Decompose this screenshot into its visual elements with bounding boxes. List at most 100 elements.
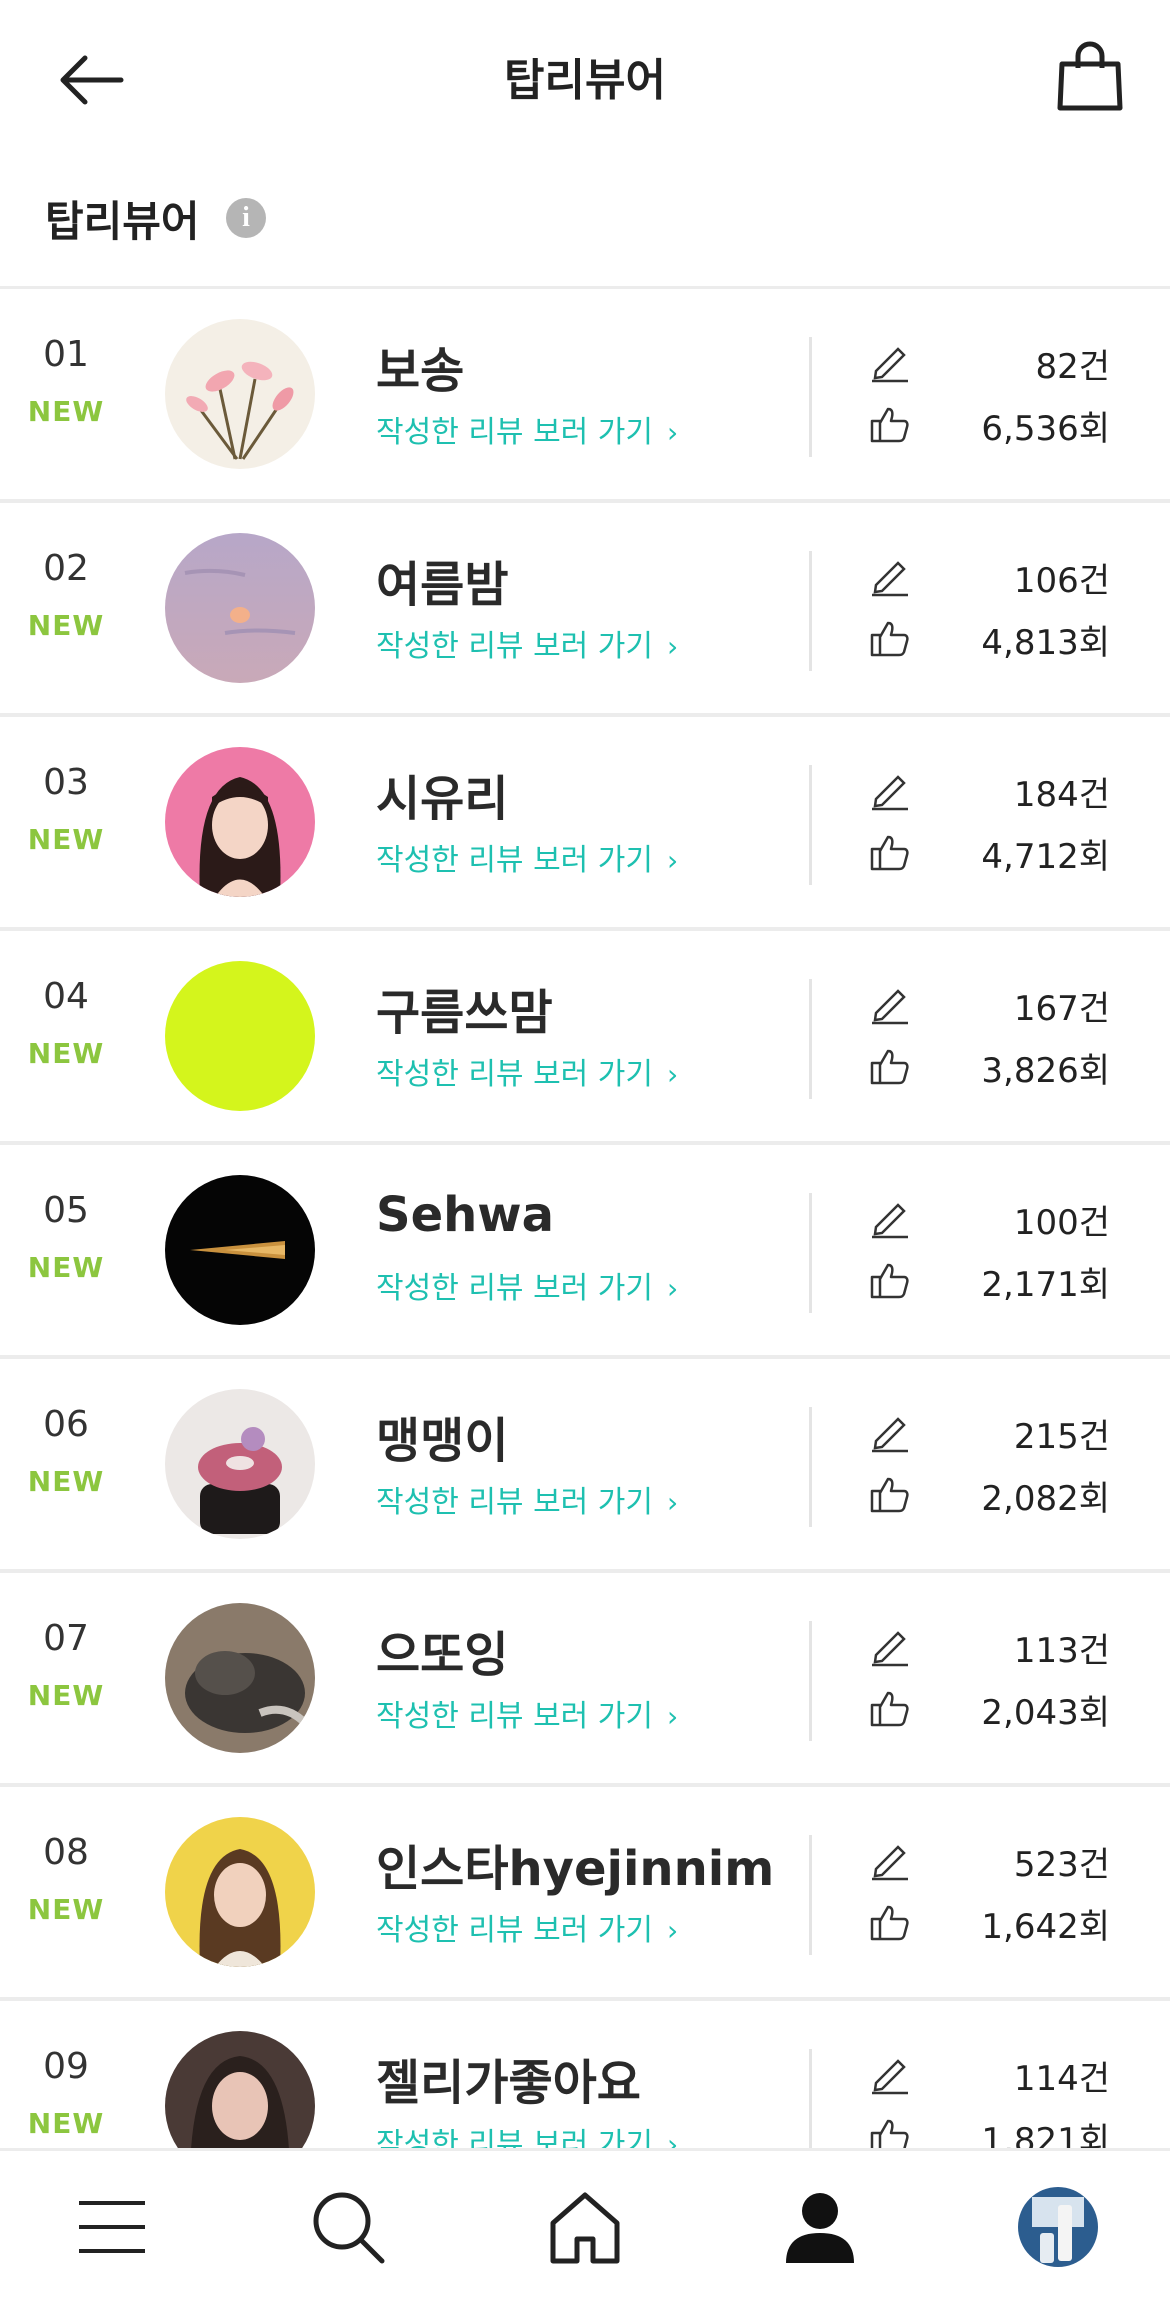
link-label: 작성한 리뷰 보러 가기 xyxy=(376,843,654,878)
pencil-icon xyxy=(872,1631,908,1667)
reviewer-row[interactable]: 03 NEW 시유리 작성한 리뷰 보러 가기 › 184건 4,712회 xyxy=(0,717,1170,931)
like-count: 4,712회 xyxy=(981,837,1110,877)
view-reviews-link[interactable]: 작성한 리뷰 보러 가기 › xyxy=(376,1691,678,1735)
rank-number: 01 xyxy=(43,334,89,375)
reviewer-name: 젤리가좋아요 xyxy=(376,2055,641,2111)
review-count: 215건 xyxy=(1013,1417,1110,1457)
view-reviews-link[interactable]: 작성한 리뷰 보러 가기 › xyxy=(376,407,678,451)
app-header: 탑리뷰어 xyxy=(0,0,1170,143)
new-badge: NEW xyxy=(27,609,105,642)
link-label: 작성한 리뷰 보러 가기 xyxy=(376,1271,654,1306)
chevron-right-icon: › xyxy=(667,1914,679,1947)
chevron-right-icon: › xyxy=(667,1486,679,1519)
thumbs-up-icon xyxy=(870,835,909,871)
tab-my-page[interactable] xyxy=(780,2187,860,2267)
avatar-image-eiffel-night xyxy=(165,1175,315,1325)
avatar-image-girl-portrait-yellow xyxy=(165,1817,315,1967)
reviewer-name: 시유리 xyxy=(376,771,509,827)
search-icon xyxy=(313,2192,385,2264)
chevron-right-icon: › xyxy=(667,1058,679,1091)
reviewer-row[interactable]: 05 NEW Sehwa 작성한 리뷰 보러 가기 › 100건 2,171회 xyxy=(0,1145,1170,1359)
new-badge: NEW xyxy=(27,1037,105,1070)
review-count: 113건 xyxy=(1013,1631,1110,1671)
product-thumbnail-icon xyxy=(1018,2187,1098,2267)
pencil-icon xyxy=(872,1845,908,1881)
divider xyxy=(809,551,812,671)
divider xyxy=(809,1193,812,1313)
bottom-tab-bar xyxy=(0,2148,1170,2304)
new-badge: NEW xyxy=(27,1893,105,1926)
pencil-icon xyxy=(872,347,908,383)
reviewer-name: 보송 xyxy=(376,343,465,399)
pencil-icon xyxy=(872,2059,908,2095)
tab-home[interactable] xyxy=(545,2187,625,2267)
avatar[interactable] xyxy=(165,1389,315,1539)
avatar[interactable] xyxy=(165,533,315,683)
tab-menu[interactable] xyxy=(72,2187,152,2267)
rank-number: 06 xyxy=(43,1404,89,1445)
thumbs-up-icon xyxy=(870,407,909,443)
cart-button[interactable] xyxy=(1050,36,1130,116)
rank-number: 08 xyxy=(43,1832,89,1873)
rank-number: 09 xyxy=(43,2046,89,2087)
view-reviews-link[interactable]: 작성한 리뷰 보러 가기 › xyxy=(376,1477,678,1521)
reviewer-row[interactable]: 07 NEW 으또잉 작성한 리뷰 보러 가기 › 113건 2,043회 xyxy=(0,1573,1170,1787)
review-count: 114건 xyxy=(1013,2059,1110,2099)
like-count: 2,171회 xyxy=(981,1265,1110,1305)
avatar[interactable] xyxy=(165,961,315,1111)
new-badge: NEW xyxy=(27,823,105,856)
chevron-right-icon: › xyxy=(667,844,679,877)
avatar[interactable] xyxy=(165,1817,315,1967)
thumbs-up-icon xyxy=(870,1905,909,1941)
section-header: 탑리뷰어 i xyxy=(0,140,1170,289)
avatar[interactable] xyxy=(165,319,315,469)
like-count: 6,536회 xyxy=(981,409,1110,449)
view-reviews-link[interactable]: 작성한 리뷰 보러 가기 › xyxy=(376,1049,678,1093)
divider xyxy=(809,1621,812,1741)
page-title: 탑리뷰어 xyxy=(504,55,666,106)
review-count: 100건 xyxy=(1013,1203,1110,1243)
divider xyxy=(809,1407,812,1527)
section-title: 탑리뷰어 xyxy=(45,197,200,246)
avatar[interactable] xyxy=(165,747,315,897)
view-reviews-link[interactable]: 작성한 리뷰 보러 가기 › xyxy=(376,1905,678,1949)
avatar[interactable] xyxy=(165,1603,315,1753)
reviewer-list: 01 NEW 보송 작성한 리뷰 보러 가기 › 82건 6,536회 02 NE… xyxy=(0,289,1170,2215)
reviewer-row[interactable]: 01 NEW 보송 작성한 리뷰 보러 가기 › 82건 6,536회 xyxy=(0,289,1170,503)
reviewer-row[interactable]: 04 NEW 구름쓰맘 작성한 리뷰 보러 가기 › 167건 3,826회 xyxy=(0,931,1170,1145)
reviewer-name: Sehwa xyxy=(376,1187,555,1243)
divider xyxy=(809,337,812,457)
chevron-right-icon: › xyxy=(667,1700,679,1733)
divider xyxy=(809,765,812,885)
view-reviews-link[interactable]: 작성한 리뷰 보러 가기 › xyxy=(376,621,678,665)
menu-icon xyxy=(79,2201,145,2253)
review-count: 82건 xyxy=(1035,347,1110,387)
thumbs-up-icon xyxy=(870,1691,909,1727)
tab-search[interactable] xyxy=(308,2187,388,2267)
avatar[interactable] xyxy=(165,1175,315,1325)
info-icon[interactable]: i xyxy=(226,198,266,238)
view-reviews-link[interactable]: 작성한 리뷰 보러 가기 › xyxy=(376,1263,678,1307)
link-label: 작성한 리뷰 보러 가기 xyxy=(376,415,654,450)
reviewer-row[interactable]: 06 NEW 맹맹이 작성한 리뷰 보러 가기 › 215건 2,082회 xyxy=(0,1359,1170,1573)
divider xyxy=(809,1835,812,1955)
thumbs-up-icon xyxy=(870,621,909,657)
new-badge: NEW xyxy=(27,1679,105,1712)
divider xyxy=(809,979,812,1099)
thumbs-up-icon xyxy=(870,1263,909,1299)
review-count: 184건 xyxy=(1013,775,1110,815)
thumbs-up-icon xyxy=(870,1049,909,1085)
pencil-icon xyxy=(872,1417,908,1453)
review-count: 167건 xyxy=(1013,989,1110,1029)
home-icon xyxy=(550,2192,620,2264)
link-label: 작성한 리뷰 보러 가기 xyxy=(376,629,654,664)
avatar-image-sunset-sky xyxy=(165,533,315,683)
reviewer-row[interactable]: 02 NEW 여름밤 작성한 리뷰 보러 가기 › 106건 4,813회 xyxy=(0,503,1170,717)
rank-number: 07 xyxy=(43,1618,89,1659)
reviewer-row[interactable]: 08 NEW 인스타hyejinnim 작성한 리뷰 보러 가기 › 523건 1… xyxy=(0,1787,1170,2001)
reviewer-name: 여름밤 xyxy=(376,557,509,613)
tab-recent-product[interactable] xyxy=(1018,2187,1098,2267)
review-count: 106건 xyxy=(1013,561,1110,601)
view-reviews-link[interactable]: 작성한 리뷰 보러 가기 › xyxy=(376,835,678,879)
pencil-icon xyxy=(872,989,908,1025)
